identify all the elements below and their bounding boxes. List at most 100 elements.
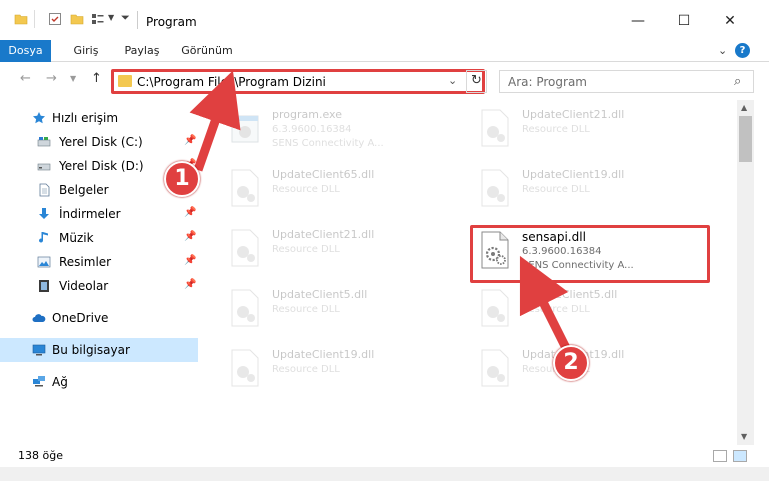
file-version: 6.3.9600.16384 xyxy=(522,246,602,257)
window-bottom-edge xyxy=(0,467,769,481)
search-box[interactable]: Ara: Program ⌕ xyxy=(499,70,754,93)
sidebar-item-onedrive[interactable]: OneDrive xyxy=(0,306,198,330)
recent-locations-icon[interactable]: ▼ xyxy=(70,74,76,83)
tab-share[interactable]: Paylaş xyxy=(118,40,166,62)
file-item[interactable]: UpdateClient21.dll Resource DLL xyxy=(224,220,464,272)
sidebar-item-videos[interactable]: Videolar 📌 xyxy=(0,274,198,298)
sidebar-item-music[interactable]: Müzik 📌 xyxy=(0,226,198,250)
minimize-icon: — xyxy=(631,13,645,29)
sidebar-item-label: Yerel Disk (C:) xyxy=(59,135,143,149)
customize-toolbar-icon[interactable]: ⏷ xyxy=(121,11,130,25)
download-icon xyxy=(39,208,49,219)
sidebar-item-label: Yerel Disk (D:) xyxy=(59,159,144,173)
pin-icon[interactable]: 📌 xyxy=(184,279,196,290)
search-icon[interactable]: ⌕ xyxy=(734,74,741,89)
sidebar-item-downloads[interactable]: İndirmeler 📌 xyxy=(0,202,198,226)
item-count: 138 öğe xyxy=(18,449,63,462)
expand-ribbon-icon[interactable]: ⌄ xyxy=(718,44,727,57)
file-type: Resource DLL xyxy=(272,184,340,195)
file-name: UpdateClient65.dll xyxy=(272,168,375,181)
file-item[interactable]: UpdateClient19.dll Resource DLL xyxy=(474,340,714,392)
up-arrow-icon[interactable]: ↑ xyxy=(91,71,102,86)
dll-file-icon xyxy=(481,349,509,387)
network-icon xyxy=(33,376,45,387)
sidebar-item-label: Resimler xyxy=(59,255,112,269)
file-name: UpdateClient5.dll xyxy=(272,288,368,301)
drive-icon xyxy=(37,163,51,171)
scroll-up-icon[interactable]: ▲ xyxy=(741,103,747,112)
help-icon[interactable]: ? xyxy=(735,43,750,58)
sidebar-item-label: İndirmeler xyxy=(59,207,121,221)
dll-file-icon xyxy=(231,349,259,387)
pin-icon[interactable]: 📌 xyxy=(184,255,196,266)
sidebar-item-pictures[interactable]: Resimler 📌 xyxy=(0,250,198,274)
file-item[interactable]: UpdateClient19.dll Resource DLL xyxy=(224,340,464,392)
refresh-button[interactable]: ↻ xyxy=(466,70,487,93)
quick-access-dropdown-icon[interactable]: ▼ xyxy=(108,13,114,22)
file-list: program.exe 6.3.9600.16384 SENS Connecti… xyxy=(200,100,737,438)
step-2-badge: 2 xyxy=(553,345,589,381)
back-arrow-icon[interactable]: ← xyxy=(20,71,31,86)
dll-file-icon xyxy=(481,289,509,327)
file-item[interactable]: UpdateClient19.dll Resource DLL xyxy=(474,160,714,212)
file-type: Resource DLL xyxy=(522,184,590,195)
file-name: program.exe xyxy=(272,108,342,121)
step-1-badge: 1 xyxy=(164,161,200,197)
file-item[interactable]: UpdateClient21.dll Resource DLL xyxy=(474,100,714,152)
file-type: Resource DLL xyxy=(522,304,590,315)
tab-view[interactable]: Görünüm xyxy=(176,40,238,62)
file-type: Resource DLL xyxy=(272,244,340,255)
file-item[interactable]: UpdateClient65.dll Resource DLL xyxy=(224,160,464,212)
window-title: Program xyxy=(146,15,197,29)
close-icon: ✕ xyxy=(724,13,736,29)
minimize-button[interactable]: — xyxy=(615,8,661,34)
drive-icon xyxy=(37,137,51,147)
sidebar-item-this-pc[interactable]: Bu bilgisayar xyxy=(0,338,198,362)
file-name: UpdateClient19.dll xyxy=(272,348,375,361)
dll-file-icon xyxy=(231,229,259,267)
file-item[interactable]: UpdateClient5.dll Resource DLL xyxy=(474,280,714,332)
scroll-down-icon[interactable]: ▼ xyxy=(741,432,747,441)
forward-arrow-icon[interactable]: → xyxy=(46,71,57,86)
chevron-down-icon[interactable]: ⌄ xyxy=(448,74,457,87)
file-name: UpdateClient5.dll xyxy=(522,288,618,301)
file-item-sensapi[interactable]: sensapi.dll 6.3.9600.16384 SENS Connecti… xyxy=(474,222,714,274)
refresh-icon: ↻ xyxy=(471,73,482,88)
folder-icon xyxy=(118,75,132,87)
file-explorer-window: ▼ ⏷ Program — ☐ ✕ Dosya Giriş Paylaş Gör… xyxy=(0,0,769,481)
dll-file-icon xyxy=(481,231,509,269)
sidebar-item-local-disk-c[interactable]: Yerel Disk (C:) 📌 xyxy=(0,130,198,154)
pin-icon[interactable]: 📌 xyxy=(184,207,196,218)
close-button[interactable]: ✕ xyxy=(707,8,753,34)
file-name: UpdateClient21.dll xyxy=(272,228,375,241)
address-path[interactable]: C:\Program Files\Program Dizini xyxy=(137,75,326,89)
sidebar-item-label: Bu bilgisayar xyxy=(52,343,130,357)
sidebar-item-network[interactable]: Ağ xyxy=(0,370,198,394)
search-input[interactable]: Ara: Program xyxy=(508,75,587,89)
file-item[interactable]: program.exe 6.3.9600.16384 SENS Connecti… xyxy=(224,100,464,152)
address-bar[interactable]: C:\Program Files\Program Dizini ⌄ xyxy=(112,70,487,93)
pin-icon[interactable]: 📌 xyxy=(184,135,196,146)
file-name: sensapi.dll xyxy=(522,230,586,244)
video-icon xyxy=(39,280,49,292)
view-options-icon[interactable] xyxy=(91,12,105,26)
scrollbar-thumb[interactable] xyxy=(739,116,752,162)
tab-home[interactable]: Giriş xyxy=(64,40,108,62)
tab-file[interactable]: Dosya xyxy=(0,40,51,62)
title-bar: ▼ ⏷ Program — ☐ ✕ xyxy=(0,0,769,40)
sidebar-item-quick-access[interactable]: Hızlı erişim xyxy=(0,106,198,130)
pin-icon[interactable]: 📌 xyxy=(184,231,196,242)
sidebar-item-label: Belgeler xyxy=(59,183,109,197)
maximize-button[interactable]: ☐ xyxy=(661,8,707,34)
details-view-button[interactable] xyxy=(713,450,727,462)
file-type: Resource DLL xyxy=(272,304,340,315)
status-bar: 138 öğe xyxy=(0,445,769,467)
file-version: 6.3.9600.16384 xyxy=(272,124,352,135)
properties-icon[interactable] xyxy=(48,12,62,26)
vertical-scrollbar[interactable]: ▲ ▼ xyxy=(737,100,754,445)
folder-icon xyxy=(14,14,28,25)
music-icon xyxy=(39,232,48,243)
file-item[interactable]: UpdateClient5.dll Resource DLL xyxy=(224,280,464,332)
large-icons-view-button[interactable] xyxy=(733,450,747,462)
new-folder-icon[interactable] xyxy=(70,12,84,26)
